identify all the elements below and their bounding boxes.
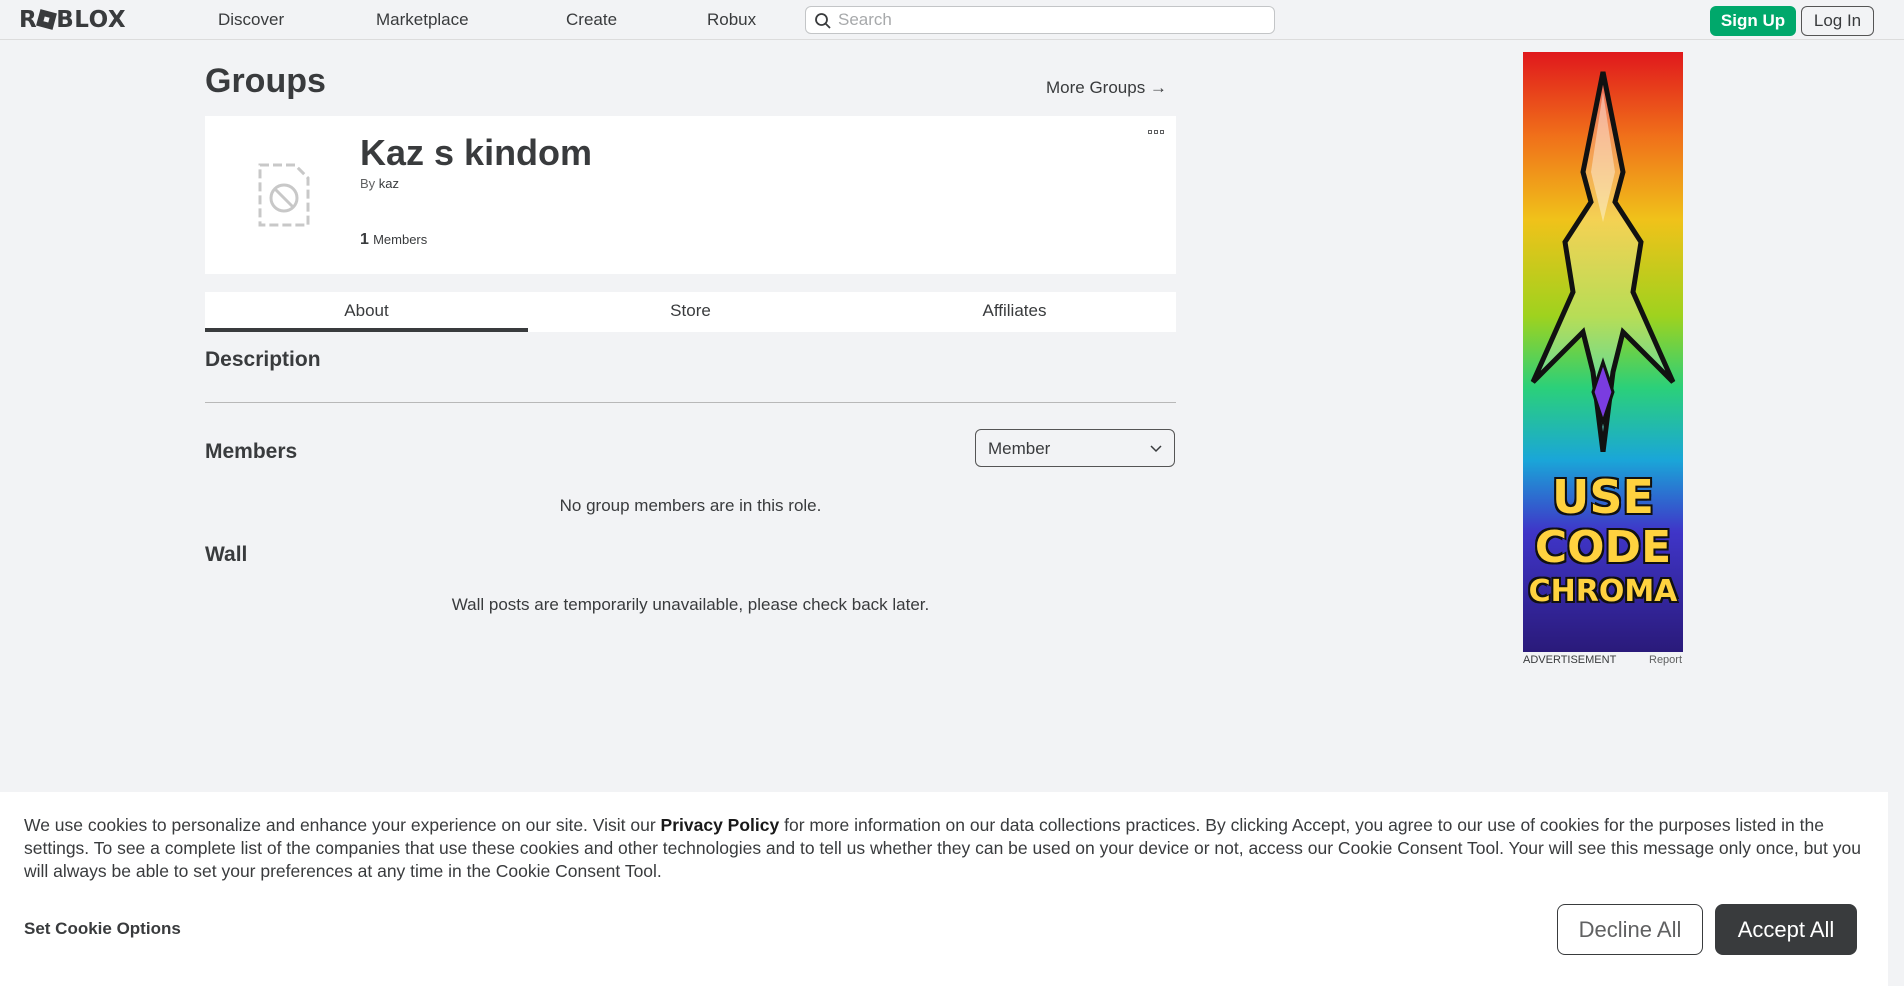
ad-line-1: USE (1552, 470, 1654, 524)
sign-up-button[interactable]: Sign Up (1710, 6, 1796, 36)
advertisement-banner[interactable]: USE CODE CHROMA (1523, 52, 1683, 652)
group-header-card: Kaz s kindom By kaz 1 Members (205, 116, 1176, 274)
group-name: Kaz s kindom (360, 132, 593, 173)
members-heading: Members (205, 440, 298, 463)
ad-line-3: CHROMA (1528, 574, 1678, 609)
chevron-down-icon (1150, 445, 1162, 453)
nav-discover[interactable]: Discover (218, 10, 284, 30)
search-icon (815, 13, 831, 29)
nav-create[interactable]: Create (566, 10, 617, 30)
tab-about[interactable]: About (205, 292, 528, 332)
role-dropdown[interactable]: Member (975, 429, 1175, 467)
set-cookie-options-link[interactable]: Set Cookie Options (24, 919, 181, 939)
page-title: Groups (205, 62, 326, 100)
wall-heading: Wall (205, 543, 248, 566)
description-heading: Description (205, 348, 321, 371)
tab-affiliates[interactable]: Affiliates (853, 292, 1176, 332)
nav-robux[interactable]: Robux (707, 10, 756, 30)
member-count-label: Members (373, 232, 428, 247)
member-count-value: 1 (360, 231, 369, 248)
cookie-text-part-1: We use cookies to personalize and enhanc… (24, 815, 661, 835)
cookie-consent-banner: We use cookies to personalize and enhanc… (0, 792, 1888, 986)
more-options-icon[interactable] (1148, 130, 1164, 134)
search-input[interactable] (838, 10, 1258, 30)
tab-store[interactable]: Store (529, 292, 852, 332)
wall-empty-message: Wall posts are temporarily unavailable, … (451, 595, 930, 614)
ad-line-2: CODE (1534, 522, 1672, 573)
log-in-button[interactable]: Log In (1801, 6, 1874, 36)
report-ad-link[interactable]: Report (1649, 654, 1682, 666)
role-dropdown-value: Member (988, 439, 1051, 458)
search-box[interactable] (805, 6, 1275, 34)
group-tabs: About Store Affiliates (205, 292, 1176, 332)
owner-by-label: By (360, 176, 376, 191)
section-divider (205, 402, 1176, 403)
privacy-policy-link[interactable]: Privacy Policy (661, 815, 780, 835)
accept-all-button[interactable]: Accept All (1715, 904, 1857, 955)
members-empty-message: No group members are in this role. (559, 496, 822, 515)
top-navigation: R BLOX Discover Marketplace Create Robux … (0, 0, 1904, 40)
decline-all-button[interactable]: Decline All (1557, 904, 1703, 955)
more-groups-link[interactable]: More Groups → (1046, 78, 1167, 98)
owner-link[interactable]: kaz (379, 176, 399, 191)
group-emblem-placeholder-icon (257, 162, 311, 233)
cookie-message: We use cookies to personalize and enhanc… (24, 814, 1874, 883)
member-count: 1 Members (360, 231, 427, 249)
roblox-logo[interactable]: R BLOX (19, 8, 126, 32)
sword-graphic-icon (1530, 71, 1676, 452)
group-owner: By kaz (360, 176, 399, 191)
nav-marketplace[interactable]: Marketplace (376, 10, 469, 30)
advertisement-label: ADVERTISEMENT (1523, 654, 1617, 666)
